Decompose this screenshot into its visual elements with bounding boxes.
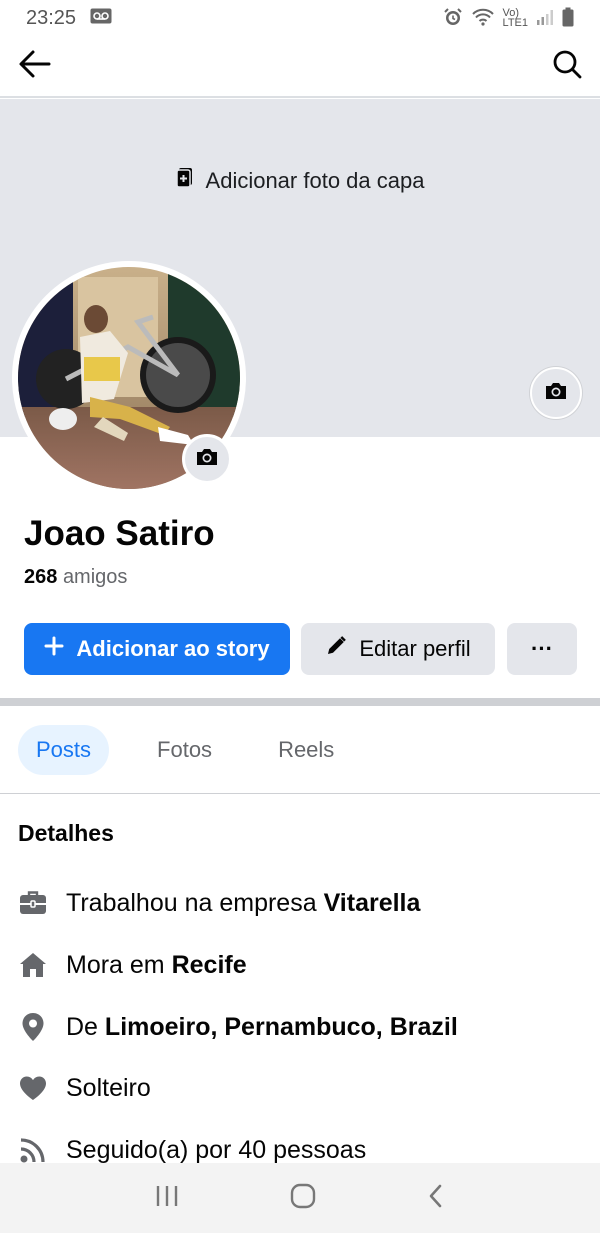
from-prefix: De [66, 1012, 98, 1041]
tab-posts[interactable]: Posts [18, 725, 110, 775]
add-photo-icon [175, 167, 194, 195]
tab-fotos[interactable]: Fotos [139, 725, 230, 775]
details-title: Detalhes [18, 820, 114, 846]
home-icon [18, 952, 48, 978]
work-prefix: Trabalhou na empresa [66, 888, 317, 917]
detail-from[interactable]: De Limoeiro, Pernambuco, Brazil [18, 1007, 458, 1047]
lte-label: Vo) LTE1 [502, 8, 528, 29]
signal-icon [536, 8, 554, 29]
friends-number: 268 [24, 566, 58, 588]
heart-icon [18, 1075, 48, 1101]
status-right: Vo) LTE1 [443, 7, 574, 30]
friends-label: amigos [62, 566, 128, 588]
briefcase-icon [18, 890, 48, 916]
voicemail-icon [90, 7, 112, 30]
tab-reels[interactable]: Reels [260, 725, 352, 775]
work-company: Vitarella [323, 888, 421, 917]
detail-work-text: Trabalhou na empresa Vitarella [66, 889, 420, 918]
home-button-icon[interactable] [289, 1182, 317, 1215]
battery-icon [562, 7, 574, 30]
status-left: 23:25 [26, 7, 112, 30]
lives-city: Recife [171, 950, 247, 979]
detail-work[interactable]: Trabalhou na empresa Vitarella [18, 883, 420, 923]
tabs-divider [0, 793, 600, 794]
back-arrow-icon[interactable] [18, 49, 52, 84]
network-label-bottom: LTE1 [502, 17, 528, 29]
relationship-text: Solteiro [66, 1073, 151, 1102]
plus-icon [44, 636, 64, 662]
detail-from-text: De Limoeiro, Pernambuco, Brazil [66, 1013, 458, 1042]
detail-relationship[interactable]: Solteiro [18, 1068, 151, 1108]
add-to-story-label: Adicionar ao story [76, 636, 270, 661]
detail-lives-text: Mora em Recife [66, 951, 247, 980]
detail-lives[interactable]: Mora em Recife [18, 945, 247, 985]
more-options-button[interactable]: ··· [507, 623, 577, 675]
more-dots-icon: ··· [531, 636, 553, 661]
back-button-icon[interactable] [426, 1183, 446, 1214]
rss-feed-icon [18, 1136, 48, 1164]
edit-profile-button[interactable]: Editar perfil [301, 623, 495, 675]
recent-apps-icon[interactable] [154, 1184, 180, 1213]
followers-text: Seguido(a) por 40 pessoas [66, 1135, 367, 1164]
top-navigation [0, 36, 600, 98]
cover-camera-button[interactable] [530, 367, 582, 419]
profile-camera-button[interactable] [182, 434, 232, 484]
profile-tabs: Posts Fotos Reels [18, 723, 352, 777]
system-navigation-bar [0, 1163, 600, 1233]
search-icon[interactable] [552, 49, 582, 84]
wifi-icon [471, 7, 495, 30]
camera-icon [544, 381, 568, 406]
camera-icon [195, 447, 219, 472]
location-pin-icon [18, 1012, 48, 1042]
status-time: 23:25 [26, 6, 77, 29]
add-cover-label: Adicionar foto da capa [205, 168, 425, 193]
from-place: Limoeiro, Pernambuco, Brazil [104, 1012, 458, 1041]
status-bar: 23:25 Vo) LTE1 [0, 0, 600, 36]
add-cover-photo-button[interactable]: Adicionar foto da capa [0, 167, 600, 195]
section-divider [0, 698, 600, 706]
profile-name: Joao Satiro [24, 514, 215, 553]
pencil-icon [325, 635, 347, 663]
lives-prefix: Mora em [66, 950, 165, 979]
edit-profile-label: Editar perfil [359, 636, 471, 661]
friends-count[interactable]: 268 amigos [24, 566, 127, 589]
add-to-story-button[interactable]: Adicionar ao story [24, 623, 290, 675]
alarm-icon [443, 7, 463, 30]
